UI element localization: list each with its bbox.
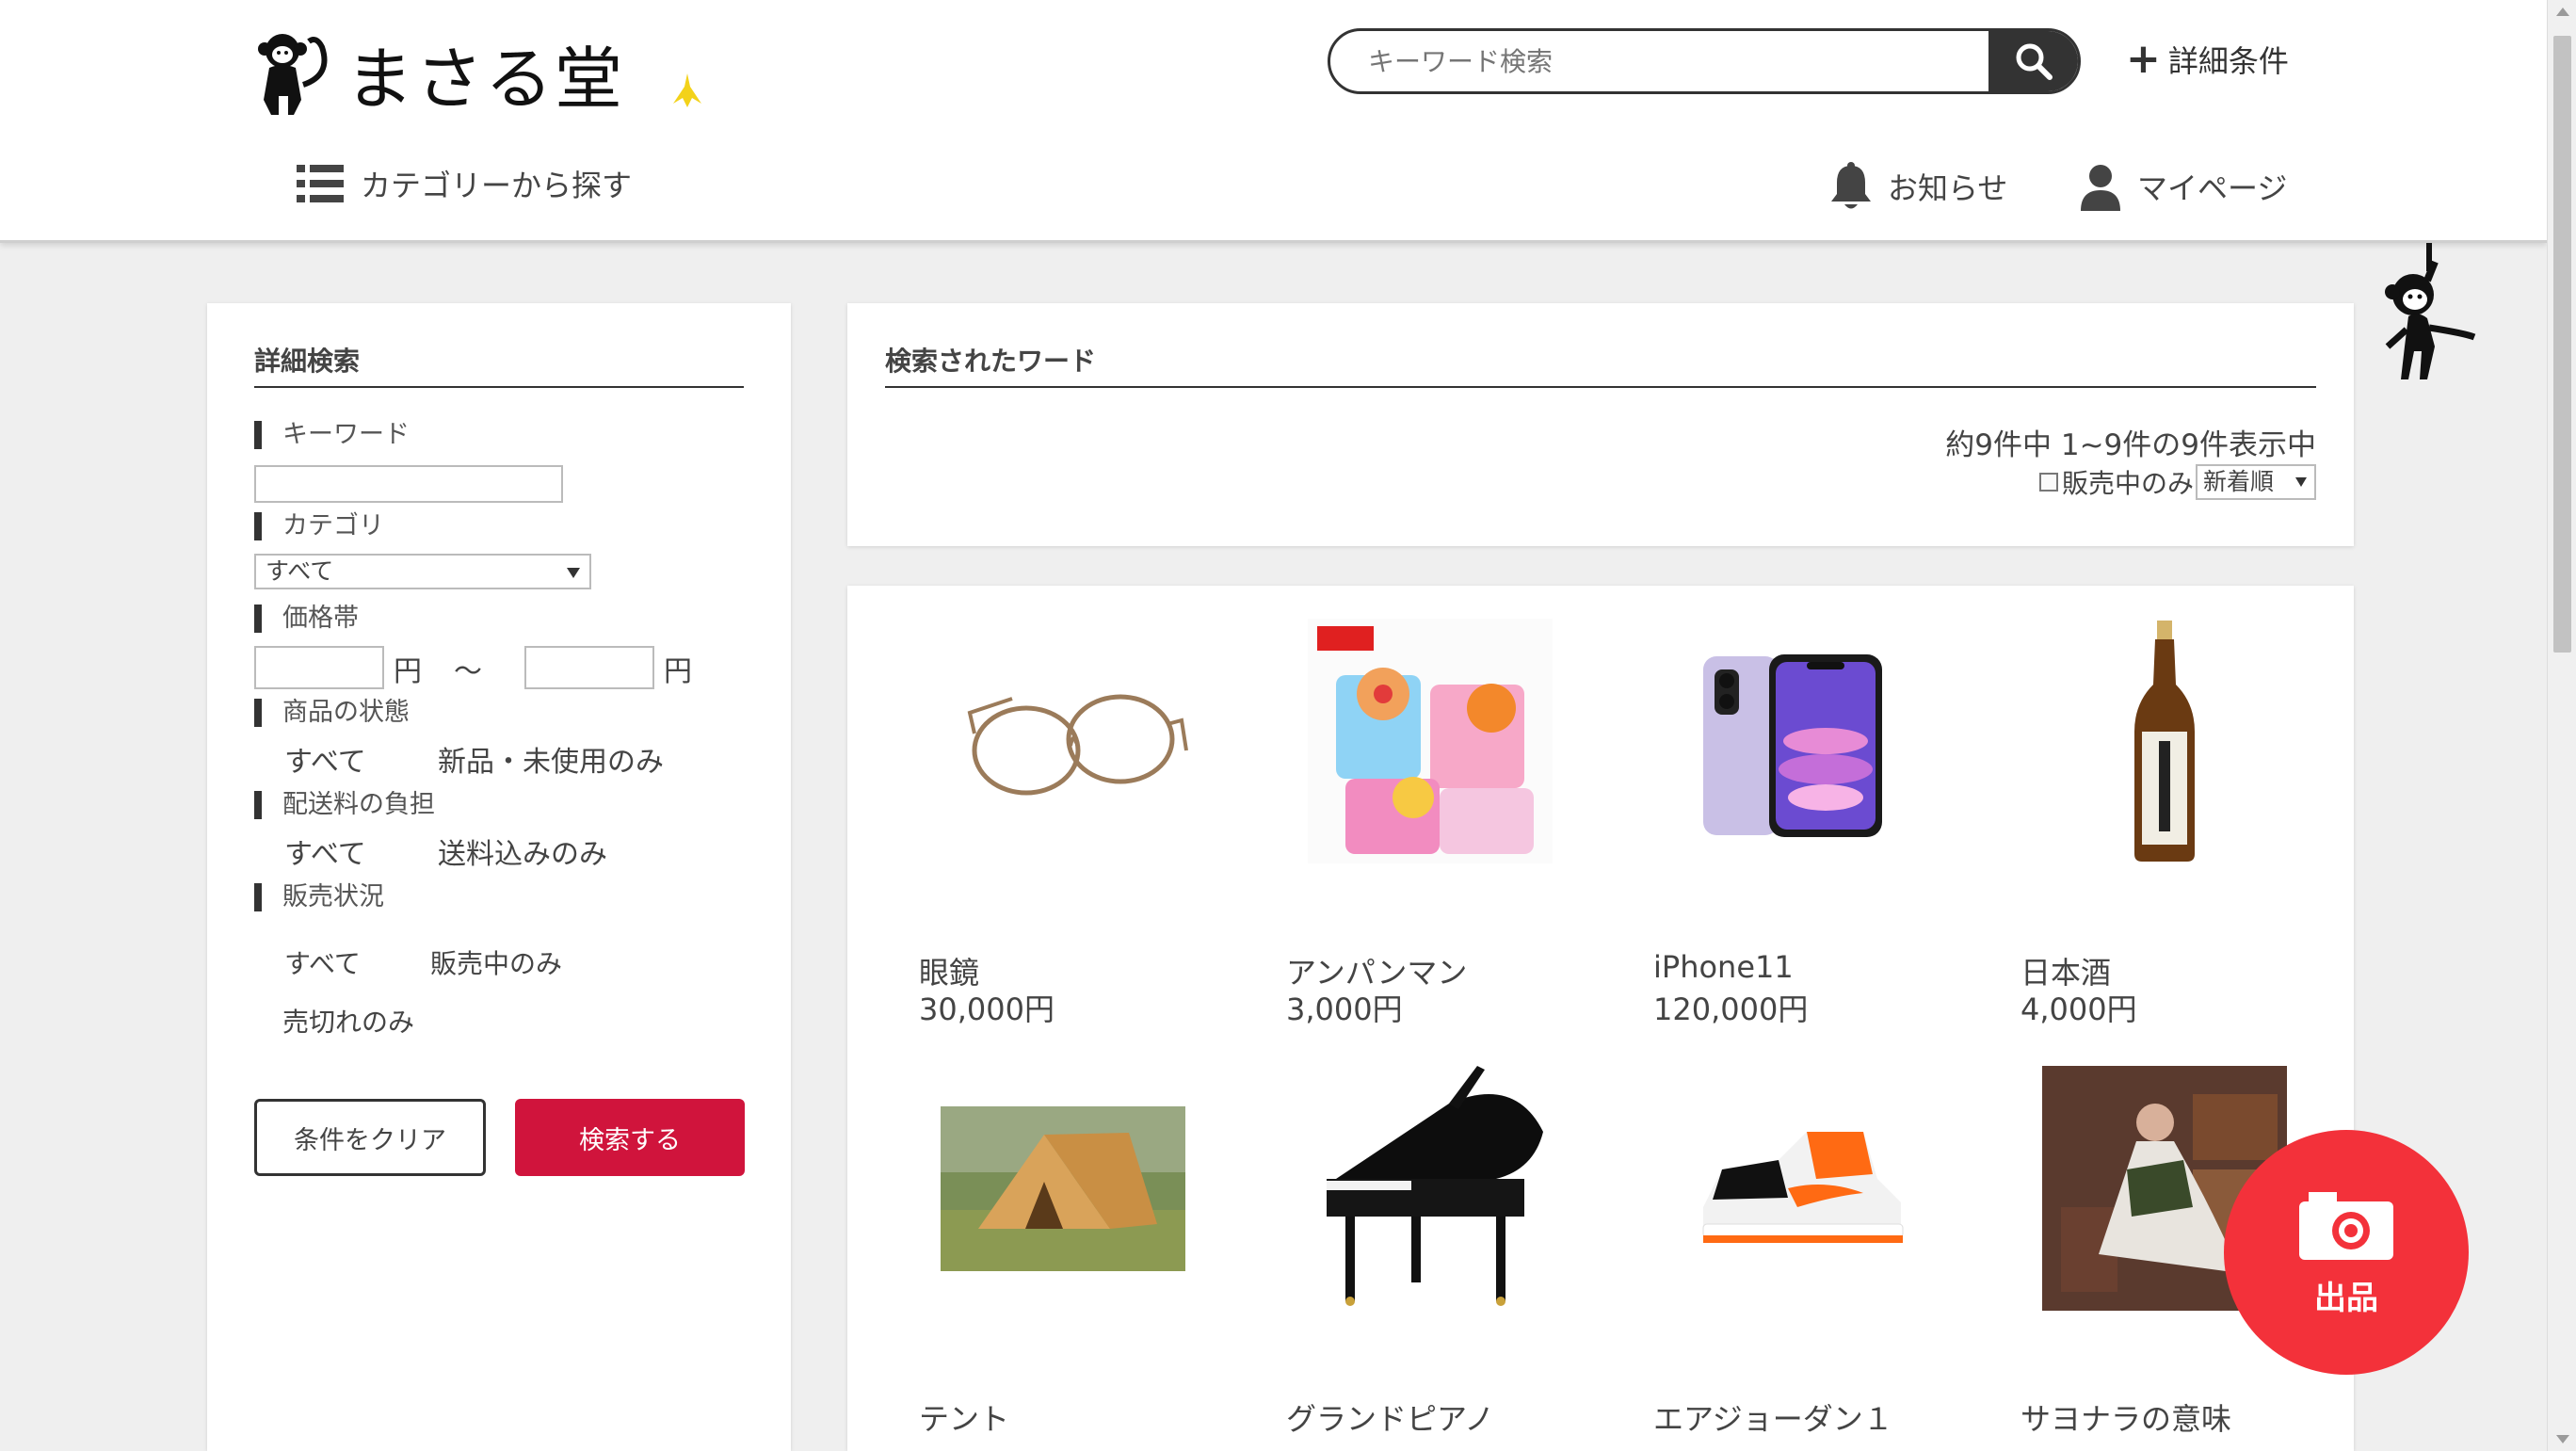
product-grid: 眼鏡 30,000円 アンパンマン 3,000円 iPhone11 120,00… (847, 586, 2354, 1451)
header-search-input[interactable] (1330, 31, 1988, 91)
detail-search-title: 詳細検索 (254, 341, 744, 388)
mypage-link[interactable]: マイページ (2079, 162, 2287, 211)
logo-text: まさる堂 (346, 39, 625, 119)
sell-button-label: 出品 (2314, 1279, 2378, 1317)
camera-icon (2299, 1191, 2393, 1260)
product-price: 3,000円 (1286, 992, 1403, 1027)
sort-select-value: 新着順 (2203, 468, 2275, 495)
status-all-option[interactable]: すべて (284, 943, 361, 981)
scroll-down-icon[interactable] (2556, 1435, 2569, 1443)
condition-new-option[interactable]: 新品・未使用のみ (438, 738, 664, 780)
product-name[interactable]: iPhone11 (1653, 949, 1794, 985)
searched-word-title: 検索されたワード (885, 341, 2316, 388)
yen-unit-max: 円 (664, 655, 692, 688)
product-price: 120,000円 (1653, 992, 1809, 1027)
search-submit-button[interactable]: 検索する (515, 1099, 745, 1176)
banana-icon (673, 73, 701, 107)
product-price: 4,000円 (2021, 992, 2137, 1027)
category-browse-label: カテゴリーから探す (361, 168, 633, 203)
product-name[interactable]: グランドピアノ (1286, 1395, 1494, 1439)
chevron-down-icon (567, 568, 580, 578)
category-select-value: すべて (266, 557, 334, 585)
detail-conditions-label: 詳細条件 (2167, 43, 2289, 79)
product-name[interactable]: テント (919, 1395, 1009, 1439)
product-name[interactable]: エアジョーダン１ (1653, 1395, 1893, 1439)
detail-conditions-link[interactable]: + 詳細条件 (2126, 38, 2289, 81)
product-price: 30,000円 (919, 992, 1055, 1027)
bell-icon (1831, 162, 1871, 209)
results-count: 約9件中 1~9件の9件表示中 (1945, 428, 2316, 462)
shipping-all-option[interactable]: すべて (284, 830, 366, 872)
user-icon (2081, 165, 2120, 211)
scroll-up-icon[interactable] (2556, 8, 2569, 16)
notifications-label: お知らせ (1888, 170, 2008, 206)
yen-unit-min: 円 (394, 655, 422, 688)
list-icon (297, 165, 344, 202)
keyword-label: キーワード (254, 421, 410, 449)
sneaker-image[interactable] (1675, 1066, 1920, 1311)
price-min-input[interactable] (254, 646, 384, 689)
monkey-logo-icon (258, 33, 328, 115)
sort-select[interactable]: 新着順 (2196, 464, 2316, 500)
page-scrollbar[interactable] (2547, 0, 2576, 1451)
tent-image[interactable] (941, 1066, 1185, 1311)
product-name[interactable]: サヨナラの意味 (2021, 1395, 2231, 1439)
search-results-header: 検索されたワード 約9件中 1~9件の9件表示中 販売中のみ 新着順 (847, 303, 2354, 546)
price-label: 価格帯 (254, 605, 359, 633)
mypage-label: マイページ (2137, 170, 2288, 206)
keyword-input[interactable] (254, 465, 563, 503)
category-browse-link[interactable]: カテゴリーから探す (297, 162, 632, 205)
status-selling-option[interactable]: 販売中のみ (430, 943, 562, 981)
only-selling-label: 販売中のみ (2061, 468, 2194, 499)
glasses-image[interactable] (956, 619, 1200, 863)
category-select[interactable]: すべて (254, 554, 591, 589)
shipping-included-option[interactable]: 送料込みのみ (438, 830, 607, 872)
clear-conditions-button[interactable]: 条件をクリア (254, 1099, 486, 1176)
chevron-down-icon (2295, 477, 2307, 487)
grand-piano-image[interactable] (1308, 1066, 1553, 1311)
site-logo[interactable]: まさる堂 (247, 21, 624, 124)
iphone-image[interactable] (1675, 619, 1920, 863)
status-label: 販売状況 (254, 883, 384, 911)
range-tilde: ～ (454, 655, 482, 688)
detail-search-panel: 詳細検索 キーワード カテゴリ すべて 価格帯 円 ～ 円 商品の状態 すべて … (207, 303, 791, 1451)
plus-icon: + (2126, 35, 2161, 83)
status-sold-option[interactable]: 売切れのみ (282, 1002, 414, 1040)
only-selling-checkbox[interactable] (2038, 473, 2058, 492)
results-filter: 販売中のみ 新着順 (2038, 463, 2316, 501)
condition-label: 商品の状態 (254, 699, 410, 727)
search-icon (2016, 43, 2053, 80)
shipping-label: 配送料の負担 (254, 791, 435, 819)
price-max-input[interactable] (524, 646, 654, 689)
anpanman-image[interactable] (1308, 619, 1553, 863)
hanging-monkey-icon (2385, 243, 2476, 379)
sake-bottle-image[interactable] (2042, 619, 2287, 863)
header-search (1328, 28, 2081, 94)
scroll-thumb[interactable] (2553, 36, 2571, 653)
category-label: カテゴリ (254, 512, 384, 540)
site-header: まさる堂 + 詳細条件 カテゴリーから探す お知らせ (0, 0, 2547, 243)
condition-all-option[interactable]: すべて (284, 738, 366, 780)
notifications-link[interactable]: お知らせ (1829, 162, 2007, 211)
search-button[interactable] (1988, 31, 2078, 91)
sell-button[interactable]: 出品 (2224, 1130, 2469, 1375)
